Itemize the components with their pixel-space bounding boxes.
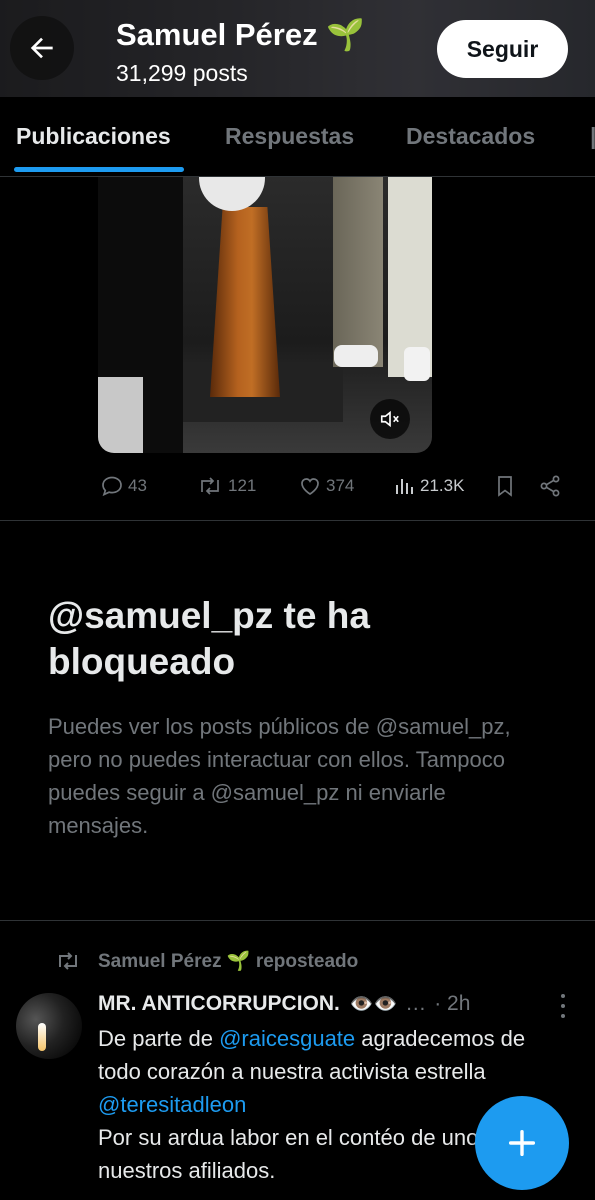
post-header: MR. ANTICORRUPCION. 👁️👁️ … · 2h bbox=[98, 989, 578, 1019]
author-ellipsis: … bbox=[405, 992, 427, 1015]
reply-action[interactable]: 43 bbox=[100, 470, 147, 502]
video-figure-right bbox=[333, 177, 383, 367]
back-button[interactable] bbox=[10, 16, 74, 80]
bookmark-icon bbox=[498, 476, 512, 497]
follow-button[interactable]: Seguir bbox=[437, 20, 568, 78]
profile-name-text: Samuel Pérez bbox=[116, 17, 318, 52]
plus-icon bbox=[508, 1129, 536, 1157]
mute-button[interactable] bbox=[370, 399, 410, 439]
divider bbox=[0, 920, 595, 921]
more-vertical-icon[interactable] bbox=[554, 994, 572, 1018]
like-action[interactable]: 374 bbox=[298, 470, 354, 502]
repost-icon bbox=[59, 952, 77, 970]
views-count: 21.3K bbox=[420, 476, 465, 495]
repost-count: 121 bbox=[228, 476, 257, 495]
share-action[interactable] bbox=[538, 470, 562, 502]
profile-tabs: Publicaciones Respuestas Destacados | bbox=[0, 97, 595, 177]
blocked-title: @samuel_pz te ha bloqueado bbox=[48, 595, 370, 682]
like-count: 374 bbox=[326, 476, 355, 495]
repost-by: Samuel Pérez 🌱 reposteado bbox=[98, 949, 358, 973]
tab-more-partial[interactable]: | bbox=[590, 123, 595, 150]
tab-respuestas[interactable]: Respuestas bbox=[225, 123, 354, 150]
video-figure-left-light bbox=[98, 377, 143, 453]
repost-by-name: Samuel Pérez bbox=[98, 951, 222, 972]
post-actions: 43 121 374 21.3K bbox=[0, 470, 595, 502]
seedling-emoji: 🌱 bbox=[326, 17, 365, 52]
compose-button[interactable] bbox=[475, 1096, 569, 1190]
tab-destacados[interactable]: Destacados bbox=[406, 123, 535, 150]
repost-suffix: reposteado bbox=[255, 951, 359, 972]
posts-count: 31,299 posts bbox=[116, 60, 248, 86]
post-text: Por su ardua labor en el contéo de uno d… bbox=[98, 1125, 509, 1183]
share-icon bbox=[540, 475, 560, 497]
reply-icon bbox=[102, 476, 122, 497]
podium-emblem bbox=[199, 177, 265, 211]
repost-action[interactable]: 121 bbox=[196, 470, 256, 502]
like-icon bbox=[301, 478, 319, 495]
back-arrow-icon bbox=[30, 37, 53, 59]
post-author[interactable]: MR. ANTICORRUPCION. bbox=[98, 992, 340, 1016]
post-time[interactable]: · 2h bbox=[434, 992, 470, 1016]
video-podium bbox=[210, 207, 280, 397]
post-text: De parte de bbox=[98, 1026, 220, 1051]
mute-icon bbox=[380, 410, 399, 428]
profile-name: Samuel Pérez 🌱 bbox=[116, 16, 365, 53]
video-shoe-2 bbox=[404, 347, 430, 381]
mention-link[interactable]: @teresitadleon bbox=[98, 1092, 246, 1117]
profile-header: Samuel Pérez 🌱 31,299 posts Seguir bbox=[0, 0, 595, 97]
blocked-description: Puedes ver los posts públicos de @samuel… bbox=[48, 714, 511, 838]
post-video[interactable] bbox=[98, 177, 432, 453]
repost-icon bbox=[201, 477, 219, 495]
seedling-emoji: 🌱 bbox=[226, 951, 251, 972]
reply-count: 43 bbox=[128, 476, 147, 495]
avatar[interactable] bbox=[16, 993, 82, 1059]
divider bbox=[0, 520, 595, 521]
repost-indicator[interactable]: Samuel Pérez 🌱 reposteado bbox=[54, 947, 358, 975]
bookmark-action[interactable] bbox=[494, 470, 516, 502]
active-tab-indicator bbox=[14, 167, 184, 172]
mention-link[interactable]: @raicesguate bbox=[219, 1026, 355, 1051]
views-action[interactable]: 21.3K bbox=[394, 470, 464, 502]
views-icon bbox=[396, 479, 413, 494]
avatar-flame bbox=[38, 1023, 46, 1051]
tab-publicaciones[interactable]: Publicaciones bbox=[16, 123, 171, 150]
video-shoe bbox=[334, 345, 378, 367]
eyes-emoji: 👁️👁️ bbox=[349, 994, 398, 1015]
